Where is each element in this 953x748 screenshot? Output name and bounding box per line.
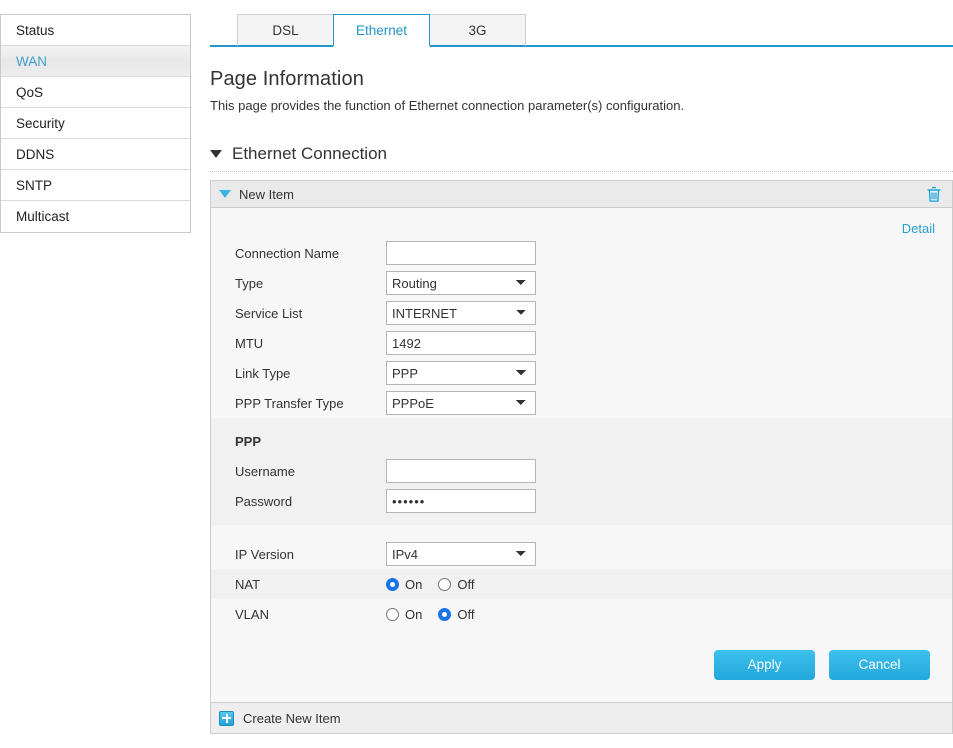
- plus-icon: [219, 711, 234, 726]
- item-label: New Item: [239, 187, 926, 202]
- sidebar-item-wan[interactable]: WAN: [1, 46, 190, 77]
- field-row-nat: NAT On Off: [211, 569, 952, 599]
- tab-strip: DSL Ethernet 3G: [237, 14, 525, 47]
- connection-name-label: Connection Name: [235, 246, 386, 261]
- sidebar-item-label: SNTP: [16, 178, 52, 193]
- password-label: Password: [235, 494, 386, 509]
- sidebar-item-label: DDNS: [16, 147, 54, 162]
- nat-radio-off[interactable]: Off: [438, 577, 474, 592]
- tab-label: Ethernet: [356, 23, 407, 38]
- spacer: [211, 525, 952, 539]
- sidebar-item-qos[interactable]: QoS: [1, 77, 190, 108]
- field-row-password: Password: [211, 486, 952, 516]
- ppp-group: PPP Username Password: [211, 418, 952, 525]
- page-title: Page Information: [210, 68, 953, 91]
- tab-dsl[interactable]: DSL: [237, 14, 334, 47]
- ppp-transfer-type-label: PPP Transfer Type: [235, 396, 386, 411]
- service-list-select[interactable]: INTERNET: [386, 301, 536, 325]
- action-buttons: Apply Cancel: [211, 629, 952, 702]
- field-row-username: Username: [211, 456, 952, 486]
- create-new-item-label: Create New Item: [243, 711, 341, 726]
- field-row-link-type: Link Type PPP: [211, 358, 952, 388]
- trash-icon[interactable]: [926, 186, 942, 203]
- item-header: New Item: [211, 180, 952, 208]
- ip-version-label: IP Version: [235, 547, 386, 562]
- nat-radio-group: On Off: [386, 577, 490, 592]
- field-row-service-list: Service List INTERNET: [211, 298, 952, 328]
- username-input[interactable]: [386, 459, 536, 483]
- vlan-radio-group: On Off: [386, 607, 490, 622]
- service-list-label: Service List: [235, 306, 386, 321]
- link-type-label: Link Type: [235, 366, 386, 381]
- vlan-on-label: On: [405, 607, 422, 622]
- cancel-button[interactable]: Cancel: [829, 650, 930, 680]
- sidebar-item-security[interactable]: Security: [1, 108, 190, 139]
- sidebar-item-label: WAN: [16, 54, 47, 69]
- field-row-ppp-transfer-type: PPP Transfer Type PPPoE: [211, 388, 952, 418]
- username-label: Username: [235, 464, 386, 479]
- page-description: This page provides the function of Ether…: [210, 98, 953, 113]
- triangle-down-icon[interactable]: [210, 150, 222, 158]
- type-label: Type: [235, 276, 386, 291]
- radio-selected-icon: [438, 608, 451, 621]
- nat-label: NAT: [235, 577, 386, 592]
- sidebar-item-sntp[interactable]: SNTP: [1, 170, 190, 201]
- type-select[interactable]: Routing: [386, 271, 536, 295]
- sidebar-item-label: Security: [16, 116, 65, 131]
- page-information: Page Information This page provides the …: [210, 47, 953, 113]
- field-row-ip-version: IP Version IPv4: [211, 539, 952, 569]
- main-content: DSL Ethernet 3G Page Information This pa…: [210, 0, 953, 748]
- ppp-group-title-row: PPP: [211, 426, 952, 456]
- sidebar-item-label: QoS: [16, 85, 43, 100]
- tab-label: DSL: [272, 23, 298, 38]
- ppp-transfer-type-select[interactable]: PPPoE: [386, 391, 536, 415]
- ip-version-select[interactable]: IPv4: [386, 542, 536, 566]
- password-input[interactable]: [386, 489, 536, 513]
- vlan-label: VLAN: [235, 607, 386, 622]
- vlan-radio-off[interactable]: Off: [438, 607, 474, 622]
- radio-selected-icon: [386, 578, 399, 591]
- sidebar-item-label: Status: [16, 23, 54, 38]
- radio-unselected-icon: [438, 578, 451, 591]
- sidebar-item-ddns[interactable]: DDNS: [1, 139, 190, 170]
- link-type-select[interactable]: PPP: [386, 361, 536, 385]
- vlan-off-label: Off: [457, 607, 474, 622]
- radio-unselected-icon: [386, 608, 399, 621]
- field-row-vlan: VLAN On Off: [211, 599, 952, 629]
- nat-radio-on[interactable]: On: [386, 577, 422, 592]
- section-title: Ethernet Connection: [232, 144, 387, 164]
- mtu-label: MTU: [235, 336, 386, 351]
- tab-label: 3G: [468, 23, 486, 38]
- tab-ethernet[interactable]: Ethernet: [333, 14, 430, 47]
- create-new-item-row[interactable]: Create New Item: [211, 702, 952, 733]
- vlan-radio-on[interactable]: On: [386, 607, 422, 622]
- sidebar-item-status[interactable]: Status: [1, 15, 190, 46]
- triangle-down-icon[interactable]: [219, 190, 231, 198]
- tab-3g[interactable]: 3G: [429, 14, 526, 47]
- detail-row: Detail: [211, 208, 952, 238]
- connection-name-input[interactable]: [386, 241, 536, 265]
- nat-off-label: Off: [457, 577, 474, 592]
- tab-bar: DSL Ethernet 3G: [210, 0, 953, 47]
- section-header: Ethernet Connection: [210, 144, 953, 164]
- nat-on-label: On: [405, 577, 422, 592]
- apply-button[interactable]: Apply: [714, 650, 815, 680]
- sidebar-item-label: Multicast: [16, 209, 69, 224]
- mtu-input[interactable]: [386, 331, 536, 355]
- ethernet-connection-panel: New Item Detail Connection Name Type: [210, 180, 953, 734]
- field-row-connection-name: Connection Name: [211, 238, 952, 268]
- field-row-type: Type Routing: [211, 268, 952, 298]
- detail-link[interactable]: Detail: [902, 221, 935, 236]
- sidebar-nav: Status WAN QoS Security DDNS SNTP Multic…: [0, 14, 191, 233]
- field-row-mtu: MTU: [211, 328, 952, 358]
- section-divider: [210, 171, 953, 172]
- ppp-group-label: PPP: [235, 434, 386, 449]
- sidebar-item-multicast[interactable]: Multicast: [1, 201, 190, 232]
